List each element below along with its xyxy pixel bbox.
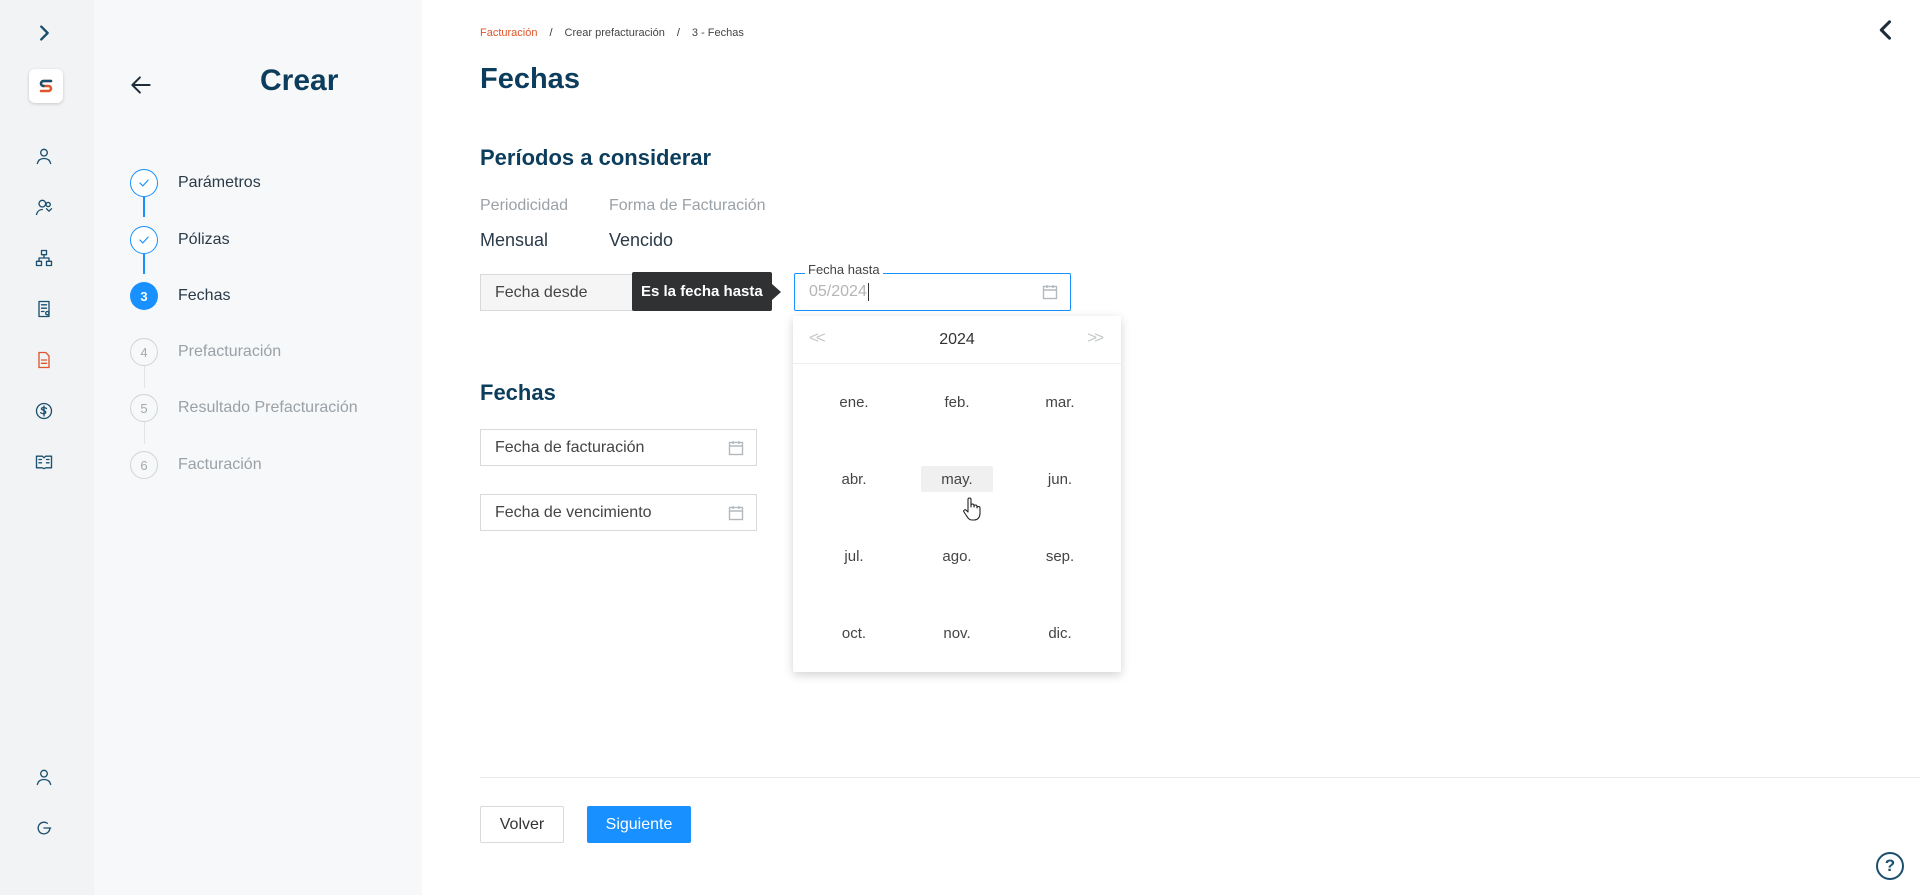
fecha-hasta-label: Fecha hasta <box>805 262 883 277</box>
fecha-vencimiento-input[interactable]: Fecha de vencimiento <box>480 494 757 531</box>
next-year-button[interactable]: >> <box>1087 328 1104 348</box>
step-resultado-prefacturacion: 5 Resultado Prefacturación <box>130 394 358 422</box>
check-icon <box>130 226 158 254</box>
step-number: 4 <box>130 338 158 366</box>
breadcrumb-crear-prefacturacion[interactable]: Crear prefacturación <box>565 27 665 39</box>
breadcrumb-separator: / <box>549 27 553 39</box>
step-fechas[interactable]: 3 Fechas <box>130 282 230 310</box>
month-cell[interactable]: ene. <box>818 389 890 415</box>
volver-button[interactable]: Volver <box>480 806 564 843</box>
step-connector <box>144 422 145 444</box>
fecha-desde-placeholder: Fecha desde <box>495 283 588 301</box>
month-cell[interactable]: nov. <box>921 620 993 646</box>
step-facturacion: 6 Facturación <box>130 451 262 479</box>
step-polizas[interactable]: Pólizas <box>130 226 230 254</box>
step-connector <box>144 366 145 388</box>
calendar-icon[interactable] <box>1042 284 1058 300</box>
calendar-icon[interactable] <box>728 505 744 521</box>
picker-year[interactable]: 2024 <box>939 331 975 349</box>
step-connector <box>143 254 145 274</box>
fecha-desde-input[interactable]: Fecha desde <box>480 274 640 311</box>
month-cell[interactable]: abr. <box>818 466 890 492</box>
month-cell[interactable]: sep. <box>1024 543 1096 569</box>
page-title: Fechas <box>480 63 580 95</box>
logout-icon[interactable] <box>29 813 59 843</box>
check-icon <box>130 169 158 197</box>
month-cell[interactable]: feb. <box>921 389 993 415</box>
back-arrow-icon[interactable] <box>128 72 154 98</box>
step-number: 3 <box>130 282 158 310</box>
document-search-icon[interactable] <box>29 294 59 324</box>
step-label: Resultado Prefacturación <box>178 399 358 416</box>
periodicidad-value: Mensual <box>480 230 549 250</box>
fecha-hasta-input[interactable]: 05/2024 <box>794 273 1071 311</box>
forma-facturacion-label: Forma de Facturación <box>609 197 766 214</box>
chevron-left-icon[interactable] <box>1872 16 1900 44</box>
fecha-facturacion-input[interactable]: Fecha de facturación <box>480 429 757 466</box>
fecha-hasta-value: 05/2024 <box>809 283 867 300</box>
periodicidad-label: Periodicidad <box>480 197 569 214</box>
forma-facturacion-value: Vencido <box>609 230 674 250</box>
fecha-facturacion-placeholder: Fecha de facturación <box>495 438 645 456</box>
month-cell[interactable]: dic. <box>1024 620 1096 646</box>
breadcrumb-current: 3 - Fechas <box>691 27 744 39</box>
month-cell[interactable]: mar. <box>1024 389 1096 415</box>
profile-icon[interactable] <box>29 762 59 792</box>
footer-divider <box>480 777 1920 778</box>
app-logo[interactable] <box>29 69 63 103</box>
month-cell-hovered[interactable]: may. <box>921 466 993 492</box>
picker-header: << 2024 >> <box>793 316 1121 364</box>
month-picker: << 2024 >> ene. feb. mar. abr. may. jun.… <box>793 316 1121 672</box>
breadcrumb-separator: / <box>676 27 680 39</box>
step-label: Prefacturación <box>178 343 282 360</box>
step-number: 5 <box>130 394 158 422</box>
month-cell[interactable]: oct. <box>818 620 890 646</box>
step-parametros[interactable]: Parámetros <box>130 169 261 197</box>
users-icon[interactable] <box>29 192 59 222</box>
month-cell[interactable]: ago. <box>921 543 993 569</box>
user-icon[interactable] <box>29 141 59 171</box>
text-caret <box>867 283 869 301</box>
step-label: Fechas <box>178 287 231 304</box>
prev-year-button[interactable]: << <box>809 328 826 348</box>
steps-panel: Crear Parámetros Pólizas 3 Fechas 4 Pref… <box>94 0 422 895</box>
step-prefacturacion: 4 Prefacturación <box>130 338 281 366</box>
step-label: Facturación <box>178 456 262 473</box>
hand-cursor-icon <box>962 496 982 522</box>
book-icon[interactable] <box>29 447 59 477</box>
siguiente-button[interactable]: Siguiente <box>587 806 691 843</box>
tooltip-arrow <box>772 284 781 300</box>
step-label: Parámetros <box>178 174 261 191</box>
invoice-icon[interactable] <box>29 345 59 375</box>
breadcrumb-facturacion[interactable]: Facturación <box>480 27 537 39</box>
breadcrumb: Facturación / Crear prefacturación / 3 -… <box>480 27 744 39</box>
dollar-icon[interactable] <box>29 396 59 426</box>
panel-title: Crear <box>260 64 339 97</box>
calendar-icon[interactable] <box>728 440 744 456</box>
month-cell[interactable]: jul. <box>818 543 890 569</box>
step-number: 6 <box>130 451 158 479</box>
tooltip: Es la fecha hasta <box>632 272 772 311</box>
hierarchy-icon[interactable] <box>29 243 59 273</box>
step-connector <box>143 197 145 217</box>
dates-section-title: Fechas <box>480 380 556 405</box>
periods-section-title: Períodos a considerar <box>480 145 712 170</box>
month-cell[interactable]: jun. <box>1024 466 1096 492</box>
step-label: Pólizas <box>178 231 230 248</box>
fecha-vencimiento-placeholder: Fecha de vencimiento <box>495 503 652 521</box>
expand-icon[interactable] <box>29 18 59 48</box>
help-icon[interactable]: ? <box>1876 852 1904 880</box>
icon-rail <box>0 0 94 895</box>
